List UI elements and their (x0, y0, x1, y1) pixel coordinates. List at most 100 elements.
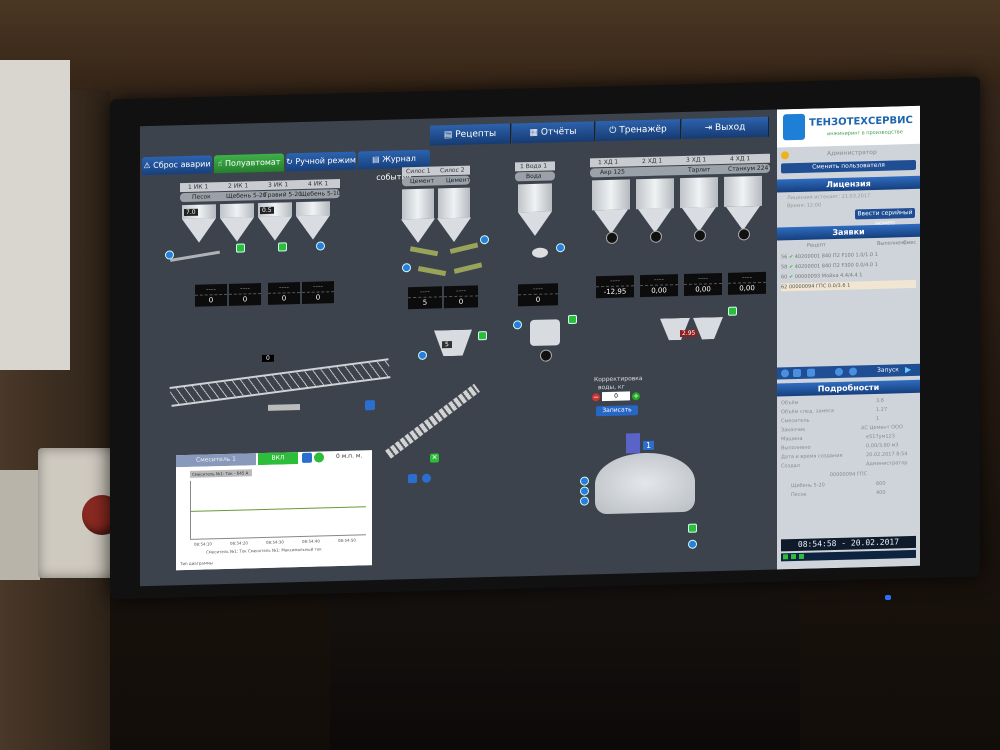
bin-3-level: 0.5 (260, 206, 274, 215)
trend-stop-button[interactable] (302, 452, 312, 463)
move-up-icon[interactable] (849, 367, 857, 376)
water-correction-input[interactable]: 0 (602, 391, 630, 402)
decrease-button[interactable]: − (592, 393, 600, 402)
alarm-reset-button[interactable]: ⚠ Сброс аварии (142, 155, 212, 176)
belt-conveyor (169, 358, 391, 407)
order-done: 0.0/4.0 (855, 262, 874, 269)
trainer-button[interactable]: ⏻ Тренажёр (596, 119, 681, 142)
bin-header-4: 4 ИК 1 (308, 180, 329, 188)
orders-toolbar: Запуск ▶ (777, 363, 920, 380)
conveyor-button[interactable] (365, 400, 375, 411)
mixer-gate-open[interactable] (688, 523, 697, 533)
order-done: 4.4/4.4 (840, 272, 858, 279)
chem-weight-3-value: 0,00 (695, 285, 711, 294)
chem-tank-4 (724, 175, 762, 207)
power-led (885, 595, 891, 600)
recipes-icon: ▤ (443, 129, 456, 141)
detail-key: Выполнено (781, 444, 811, 452)
chem-pump-3[interactable] (694, 229, 706, 242)
water-scale (530, 319, 560, 346)
bin-label-2: Щебень 5-20 (226, 191, 267, 200)
chem-header-3: 3 ХД 1 (686, 156, 707, 164)
order-row-selected[interactable]: 62 00000094 ГПС 0.0/3.6 1 (781, 279, 916, 292)
bin-2-valve-indicator[interactable] (236, 243, 245, 253)
water-scale-indicator[interactable] (513, 320, 522, 330)
recipes-button[interactable]: ▤ Рецепты (430, 123, 511, 146)
change-user-button[interactable]: Сменить пользователя (781, 159, 916, 174)
chem-label-3: Тарлит (688, 166, 711, 174)
brand-tagline: инжиниринг в производстве (827, 129, 903, 138)
detail-value: 20.02.2017 8:54 (866, 451, 908, 459)
conveyor-control[interactable] (268, 404, 300, 411)
chem-scale-indicator[interactable] (728, 306, 737, 316)
chem-pump-2[interactable] (650, 230, 662, 243)
cement-silo-2 (438, 187, 470, 219)
incline-conveyor-run[interactable] (422, 473, 431, 483)
bin-3-valve-indicator[interactable] (278, 242, 287, 252)
chem-weight-4: ---- 0,00 (728, 271, 766, 295)
cement-weight-1: ---- 5 (408, 286, 442, 310)
move-down-icon[interactable] (835, 367, 843, 377)
cement-screw-indicator-1[interactable] (480, 235, 489, 245)
status-led-3 (799, 553, 804, 559)
water-weight-value: 0 (535, 295, 541, 304)
water-scale-valve[interactable] (540, 349, 552, 362)
incline-conveyor-up[interactable] (408, 473, 417, 484)
bin-4-hopper (296, 215, 330, 241)
agg-feeder (170, 250, 220, 262)
chem-weight-3: ---- 0,00 (684, 272, 722, 296)
trend-play-button[interactable] (314, 452, 324, 463)
order-done: 0.0/3.6 (827, 282, 846, 290)
cement-screw-indicator-2[interactable] (402, 263, 411, 273)
start-button[interactable]: Запуск (877, 365, 899, 376)
exit-button[interactable]: ⇥ Выход (682, 116, 769, 140)
electrical-box-left (0, 470, 40, 580)
chem-tank-3-cone (682, 207, 716, 233)
component-value: 600 (876, 480, 886, 487)
edit-order-icon[interactable] (793, 368, 801, 378)
exit-icon: ⇥ (704, 123, 716, 134)
chem-pump-4[interactable] (738, 228, 750, 241)
add-order-icon[interactable] (781, 369, 789, 378)
manual-mode-tab[interactable]: ↻ Ручной режим (286, 151, 356, 172)
mixer-indicator-2[interactable] (580, 486, 589, 496)
monitor-stand (330, 585, 800, 750)
trend-tab-on[interactable]: ВКЛ (258, 452, 298, 466)
delete-order-icon[interactable] (807, 368, 815, 377)
order-id: 56 (781, 254, 788, 261)
cement-scale-valve[interactable] (418, 350, 427, 360)
agg-weight-1-value: 0 (208, 296, 214, 305)
water-scale-status[interactable] (568, 314, 577, 325)
order-mix: 1 (874, 251, 878, 258)
mixer-gate-close[interactable] (688, 539, 697, 549)
bin-header-2: 2 ИК 1 (228, 182, 249, 190)
increase-button[interactable]: + (632, 392, 640, 401)
component-name: Песок (791, 491, 807, 499)
check-icon: ✔ (788, 274, 794, 281)
play-icon[interactable]: ▶ (905, 365, 911, 375)
status-bar (781, 549, 916, 562)
semi-auto-tab[interactable]: ☝ Полуавтомат (214, 153, 284, 174)
chem-weight-4-value: 0,00 (739, 284, 755, 293)
cement-scale-indicator[interactable] (478, 331, 487, 341)
chem-pump-1[interactable] (606, 231, 618, 245)
recipes-label: Рецепты (455, 128, 497, 140)
mixer-indicator-3[interactable] (580, 496, 589, 506)
bin-4-valve-indicator[interactable] (316, 241, 325, 251)
agg-weight-3-value: 0 (281, 294, 287, 303)
silo-1-header: Силос 1 (406, 167, 431, 176)
cement-screw-1 (409, 246, 439, 257)
reports-button[interactable]: ▦ Отчёты (512, 121, 595, 144)
chem-weight-2: ---- 0,00 (640, 274, 678, 298)
bin-header-1: 1 ИК 1 (188, 183, 209, 191)
trend-time-5: 08:54:50 (338, 537, 356, 544)
agg-weight-3: ---- 0 (268, 282, 300, 305)
incline-conveyor-start[interactable]: ✕ (430, 453, 439, 463)
water-pump-indicator[interactable] (556, 243, 565, 253)
enter-serial-button[interactable]: Ввести серийный номер (855, 207, 915, 227)
detail-value: 0.00/3.60 м3 (866, 442, 899, 450)
mixer-indicator-1[interactable] (580, 476, 589, 486)
trend-time-2: 08:54:20 (230, 540, 248, 546)
reports-icon: ▦ (529, 127, 541, 139)
write-correction-button[interactable]: Записать (596, 405, 638, 417)
